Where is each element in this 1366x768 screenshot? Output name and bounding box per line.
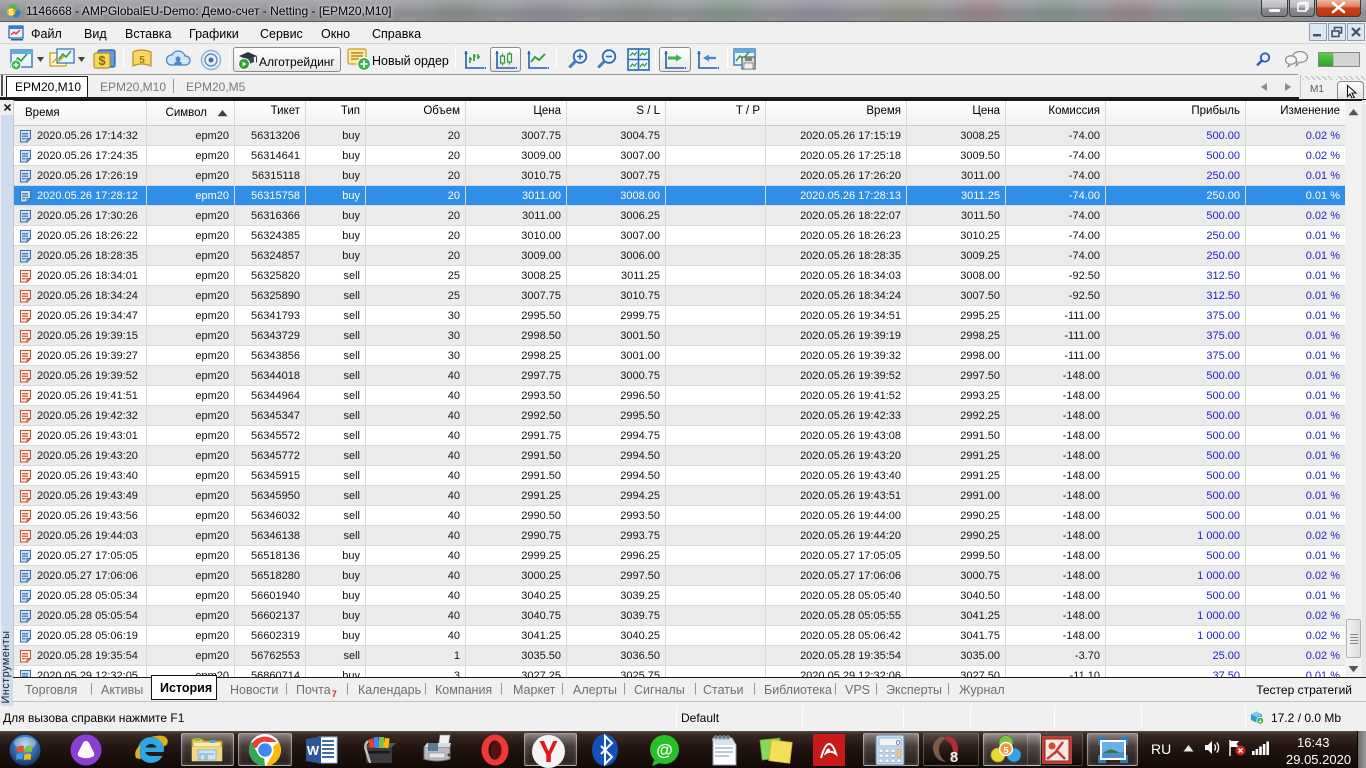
svg-text:W: W (307, 743, 320, 758)
svg-text:8: 8 (950, 749, 958, 766)
svg-text:$: $ (98, 53, 106, 68)
svg-text:5: 5 (9, 8, 14, 17)
svg-text:@: @ (656, 741, 673, 760)
svg-text:0: 0 (896, 740, 900, 747)
svg-text:5: 5 (139, 55, 145, 66)
svg-text:5: 5 (1003, 746, 1009, 757)
